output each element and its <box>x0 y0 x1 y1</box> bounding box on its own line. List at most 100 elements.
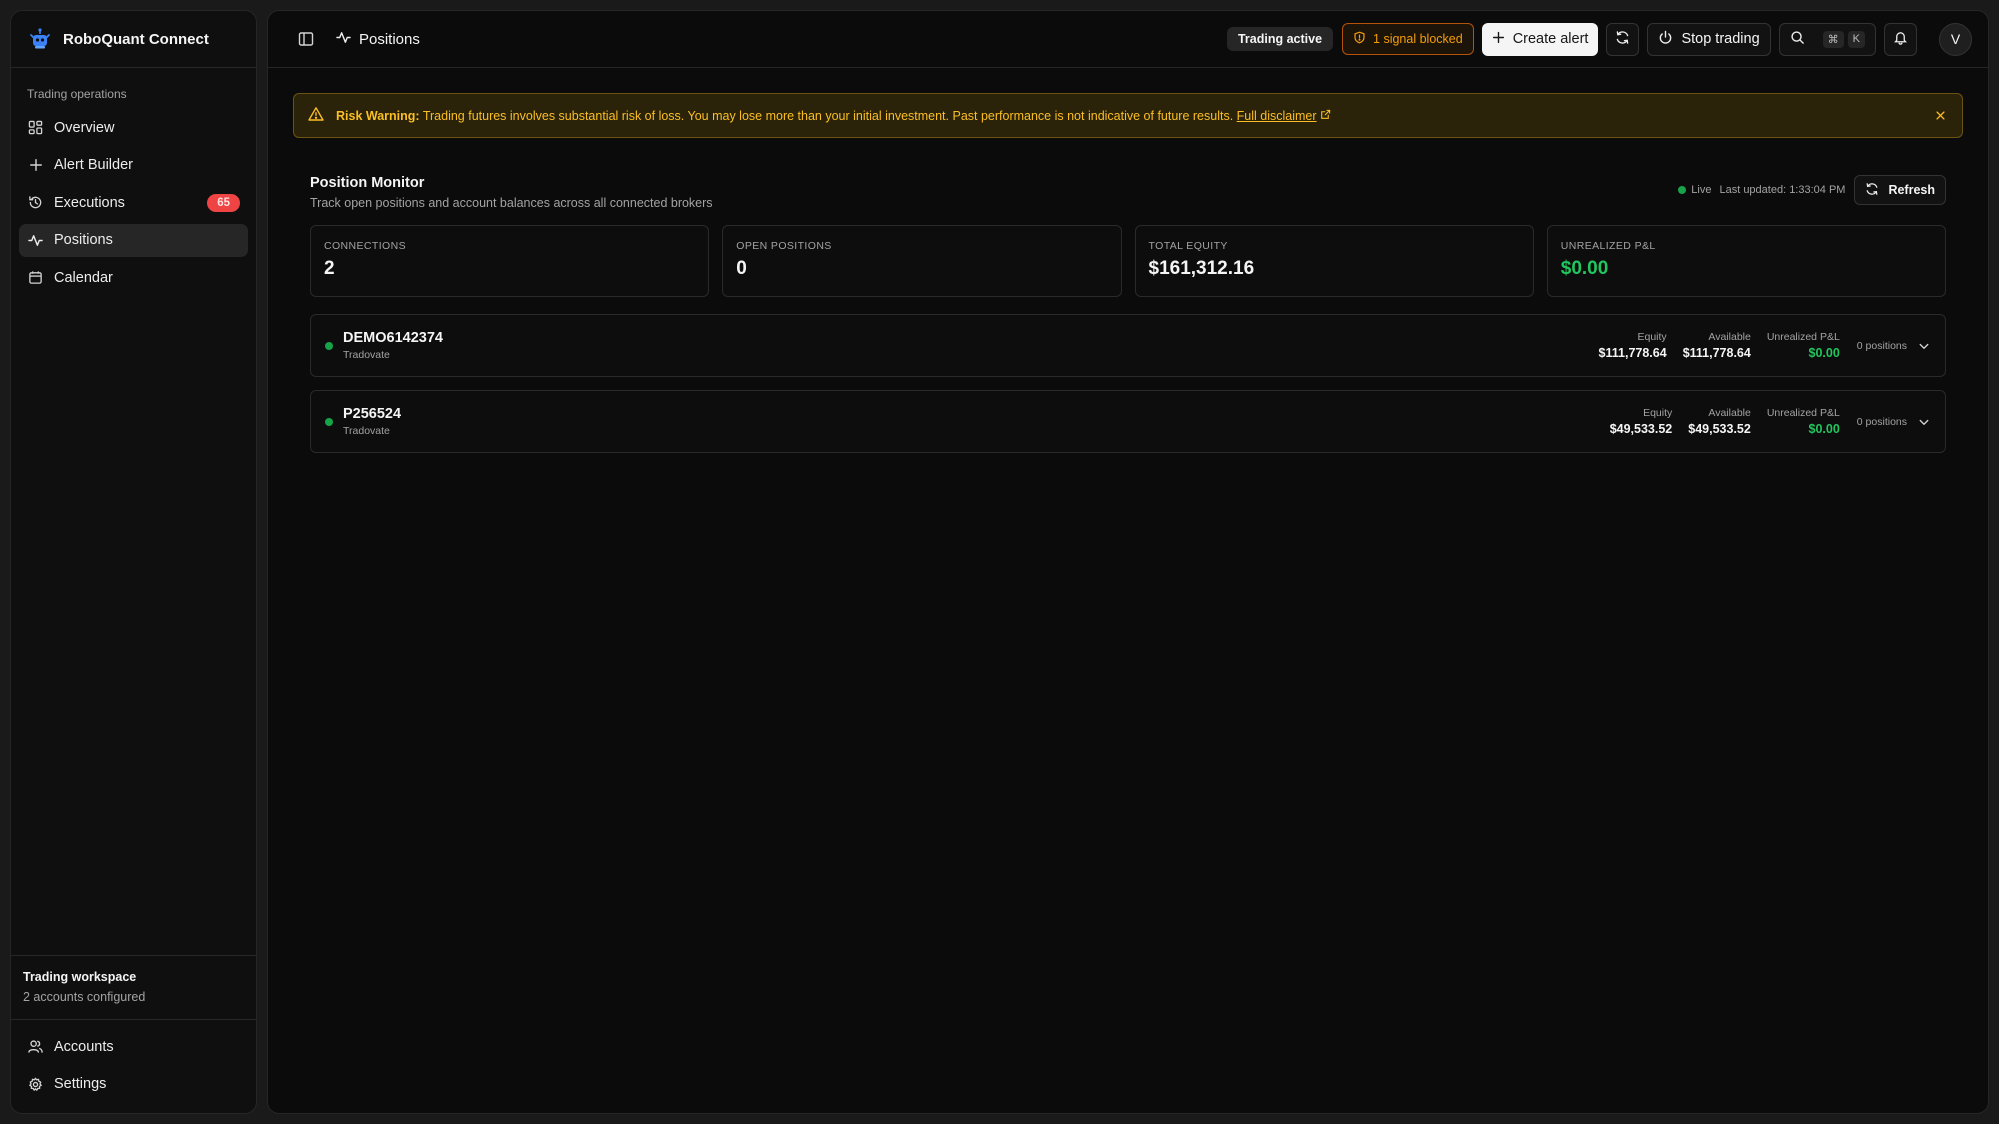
topbar: Positions Trading active 1 signal blocke… <box>268 11 1988 68</box>
page-subtitle: Track open positions and account balance… <box>310 196 713 210</box>
sidebar-item-calendar[interactable]: Calendar <box>19 261 248 294</box>
monitor-titles: Position Monitor Track open positions an… <box>310 175 1678 210</box>
positions-count: 0 positions <box>1856 339 1907 352</box>
warning-icon <box>308 106 324 125</box>
connected-dot-icon <box>325 341 333 350</box>
activity-icon <box>336 30 351 49</box>
avatar[interactable]: V <box>1939 22 1972 56</box>
chevron-down-icon[interactable] <box>1917 415 1931 429</box>
stats-row: CONNECTIONS 2 OPEN POSITIONS 0 TOTAL EQU… <box>293 225 1963 297</box>
position-monitor-header: Position Monitor Track open positions an… <box>293 175 1963 210</box>
stop-trading-label: Stop trading <box>1681 31 1760 47</box>
stat-label: CONNECTIONS <box>324 240 406 252</box>
stat-value: $0.00 <box>1560 258 1609 279</box>
stat-card-unrealized-pnl: UNREALIZED P&L $0.00 <box>1546 225 1946 297</box>
available-metric: Available $111,778.64 <box>1683 331 1751 360</box>
sidebar-item-executions[interactable]: Executions 65 <box>19 186 248 219</box>
sidebar-item-label: Calendar <box>54 269 113 286</box>
metric-label: Equity <box>1637 331 1667 343</box>
robot-logo-icon <box>27 26 53 52</box>
equity-metric: Equity $111,778.64 <box>1599 331 1667 360</box>
sidebar-item-label: Overview <box>54 119 115 136</box>
brand[interactable]: RoboQuant Connect <box>11 11 256 68</box>
stat-label: UNREALIZED P&L <box>1560 240 1656 252</box>
live-indicator: Live <box>1678 184 1711 196</box>
sidebar-item-label: Executions <box>54 194 125 211</box>
breadcrumb-current: Positions <box>359 30 420 48</box>
refresh-icon <box>1865 182 1879 199</box>
full-disclaimer-link[interactable]: Full disclaimer <box>1237 109 1317 123</box>
grid-icon <box>27 119 44 136</box>
metric-label: Unrealized P&L <box>1766 331 1840 343</box>
stop-trading-button[interactable]: Stop trading <box>1647 22 1771 56</box>
workspace-title: Trading workspace <box>23 970 137 984</box>
account-info: DEMO6142374 Tradovate <box>343 330 1583 361</box>
signal-blocked-button[interactable]: 1 signal blocked <box>1342 23 1474 55</box>
connected-dot-icon <box>325 417 333 426</box>
risk-warning-label: Risk Warning: <box>336 108 420 123</box>
stat-label: TOTAL EQUITY <box>1148 240 1228 252</box>
account-row[interactable]: DEMO6142374 Tradovate Equity $111,778.64… <box>310 314 1946 377</box>
sidebar-item-label: Settings <box>54 1076 107 1092</box>
create-alert-label: Create alert <box>1512 31 1589 47</box>
create-alert-button[interactable]: Create alert <box>1481 22 1599 56</box>
account-row[interactable]: P256524 Tradovate Equity $49,533.52 Avai… <box>310 390 1946 453</box>
last-updated: Last updated: 1:33:04 PM <box>1719 184 1846 196</box>
plus-icon <box>1492 31 1505 48</box>
nav-heading: Trading operations <box>27 87 127 101</box>
sidebar: RoboQuant Connect Trading operations Ove… <box>10 10 257 1114</box>
metric-label: Available <box>1708 331 1751 343</box>
stat-card-open-positions: OPEN POSITIONS 0 <box>722 225 1122 297</box>
account-info: P256524 Tradovate <box>343 406 1594 437</box>
topbar-left: Positions <box>296 29 1227 49</box>
metric-value: $0.00 <box>1808 422 1840 436</box>
notifications-button[interactable] <box>1884 22 1917 56</box>
breadcrumb: Positions <box>336 30 420 49</box>
app-root: RoboQuant Connect Trading operations Ove… <box>0 0 1999 1124</box>
risk-warning-text: Risk Warning: Trading futures involves s… <box>336 109 1920 123</box>
activity-icon <box>27 232 44 249</box>
sidebar-toggle-icon[interactable] <box>296 29 316 49</box>
calendar-icon <box>27 269 44 286</box>
bell-icon <box>1893 30 1908 49</box>
search-button[interactable]: ⌘ K <box>1778 22 1876 56</box>
stat-value: $161,312.16 <box>1148 258 1255 279</box>
sync-button[interactable] <box>1606 22 1640 56</box>
metric-label: Available <box>1708 407 1751 419</box>
shortcut-key: ⌘ <box>1822 30 1844 48</box>
live-label: Live <box>1691 184 1712 196</box>
metric-label: Equity <box>1643 407 1673 419</box>
account-id: P256524 <box>343 406 402 422</box>
stat-value: 2 <box>324 258 335 279</box>
metric-value: $111,778.64 <box>1682 346 1751 360</box>
account-broker: Tradovate <box>343 425 390 437</box>
sidebar-item-settings[interactable]: Settings <box>19 1068 248 1101</box>
refresh-button[interactable]: Refresh <box>1854 175 1946 205</box>
account-broker: Tradovate <box>343 349 390 361</box>
main-panel: Positions Trading active 1 signal blocke… <box>267 10 1989 1114</box>
risk-warning-body: Trading futures involves substantial ris… <box>422 108 1234 123</box>
search-icon <box>1790 30 1805 49</box>
stat-card-total-equity: TOTAL EQUITY $161,312.16 <box>1134 225 1534 297</box>
metric-value: $49,533.52 <box>1688 422 1751 436</box>
close-icon[interactable] <box>1932 108 1948 124</box>
sidebar-item-alert-builder[interactable]: Alert Builder <box>19 149 248 182</box>
live-dot-icon <box>1678 186 1687 194</box>
shortcut-hint: ⌘ K <box>1822 30 1865 48</box>
chevron-down-icon[interactable] <box>1917 339 1931 353</box>
external-link-icon <box>1320 109 1331 123</box>
stat-card-connections: CONNECTIONS 2 <box>310 225 710 297</box>
sidebar-item-overview[interactable]: Overview <box>19 111 248 144</box>
bottom-nav: Accounts Settings <box>11 1019 256 1113</box>
pnl-metric: Unrealized P&L $0.00 <box>1767 331 1840 360</box>
positions-count: 0 positions <box>1856 415 1907 428</box>
gear-icon <box>27 1076 44 1093</box>
sidebar-item-label: Alert Builder <box>54 157 133 173</box>
account-id: DEMO6142374 <box>343 330 443 346</box>
sidebar-item-accounts[interactable]: Accounts <box>19 1030 248 1063</box>
sidebar-item-positions[interactable]: Positions <box>19 223 248 257</box>
risk-warning-banner: Risk Warning: Trading futures involves s… <box>293 93 1963 138</box>
nav-section: Trading operations Overview Alert Builde… <box>11 68 256 955</box>
available-metric: Available $49,533.52 <box>1688 407 1751 436</box>
sidebar-item-label: Positions <box>54 232 113 248</box>
